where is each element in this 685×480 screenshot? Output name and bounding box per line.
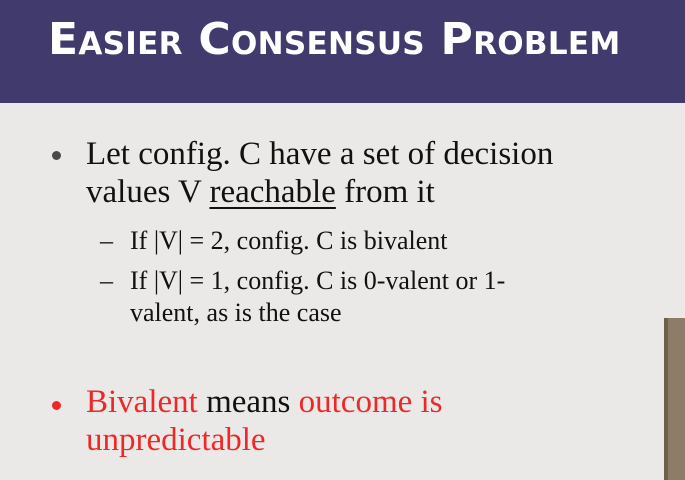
subbullet-2-line-2: valent, as is the case bbox=[130, 298, 342, 327]
side-video-edge bbox=[664, 318, 685, 480]
bullet-2-line-1: Bivalent means outcome is bbox=[86, 384, 443, 421]
side-video-edge-shadow bbox=[664, 318, 668, 480]
bullet-1-text-after: from it bbox=[335, 174, 435, 210]
bullet-dot-1 bbox=[52, 151, 61, 160]
bullet-2-line-2: unpredictable bbox=[86, 422, 266, 458]
bullet-1-line-2: values V reachable from it bbox=[86, 174, 435, 211]
subbullet-dash-1: – bbox=[100, 226, 113, 255]
subbullet-1: If |V| = 2, config. C is bivalent bbox=[130, 226, 448, 255]
bullet-dot-2 bbox=[52, 401, 61, 410]
slide-content: Let config. C have a set of decision val… bbox=[0, 0, 685, 480]
outcome-is-text: outcome is bbox=[298, 384, 443, 420]
bullet-1-line-1: Let config. C have a set of decision bbox=[86, 136, 554, 172]
subbullet-2-line-1: If |V| = 1, config. C is 0-valent or 1- bbox=[130, 266, 506, 295]
means-word: means bbox=[197, 384, 299, 420]
bivalent-word: Bivalent bbox=[86, 384, 198, 420]
bullet-1-text-before: values V bbox=[86, 174, 210, 210]
subbullet-dash-2: – bbox=[100, 266, 113, 295]
reachable-underlined: reachable bbox=[209, 174, 336, 210]
